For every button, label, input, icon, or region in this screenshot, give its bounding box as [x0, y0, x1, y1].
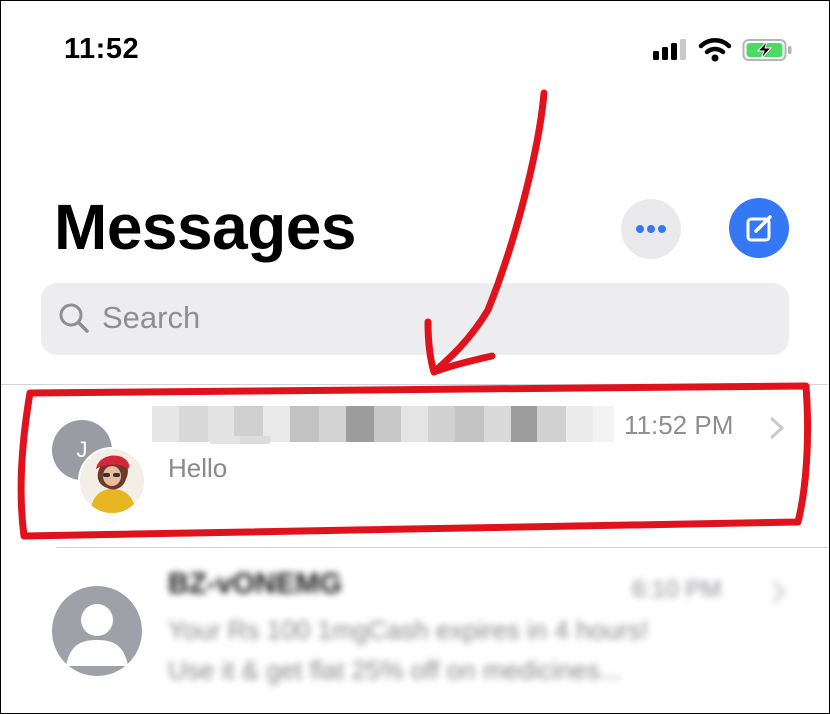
- page-title: Messages: [54, 191, 356, 263]
- compose-button[interactable]: [729, 198, 789, 258]
- more-options-button[interactable]: [621, 199, 681, 259]
- message-time: 11:52 PM: [624, 410, 734, 440]
- search-bar[interactable]: Search: [41, 283, 789, 355]
- avatar: [52, 586, 142, 676]
- message-preview-line: Your Rs 100 1mgCash expires in 4 hours!: [168, 615, 649, 645]
- sender-name: BZ-vONEMG: [168, 568, 342, 600]
- compose-icon: [746, 215, 772, 242]
- redacted-contact-name-fragment: [210, 436, 270, 444]
- search-icon: [59, 303, 89, 333]
- ellipsis-icon: [636, 225, 666, 233]
- wifi-icon: [698, 38, 732, 62]
- avatar-photo: [78, 447, 146, 515]
- cellular-signal-icon: [653, 39, 686, 60]
- chevron-right-icon: [772, 581, 787, 603]
- chevron-right-icon: [770, 417, 784, 439]
- message-preview: Hello: [168, 453, 228, 483]
- search-input[interactable]: Search: [102, 300, 200, 336]
- message-time: 6:10 PM: [632, 576, 722, 603]
- person-photo-icon: [80, 449, 144, 513]
- list-divider: [0, 384, 828, 385]
- battery-charging-icon: [742, 39, 792, 61]
- status-time: 11:52: [64, 33, 140, 65]
- person-silhouette-icon: [66, 604, 128, 666]
- message-preview-line: Use it & get flat 25% off on medicines..…: [168, 655, 622, 685]
- list-divider: [56, 547, 828, 548]
